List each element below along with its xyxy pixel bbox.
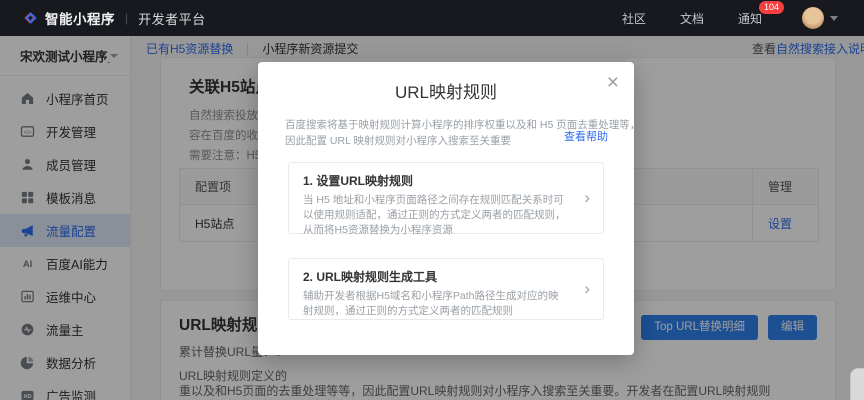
nav-notifications-label: 通知 xyxy=(738,12,762,26)
portal-title: 开发者平台 xyxy=(138,9,206,28)
brand-title: 智能小程序 xyxy=(45,8,115,28)
chevron-down-icon xyxy=(830,16,838,21)
option-body: 当 H5 地址和小程序页面路径之间存在规则匹配关系时可以使用规则适配，通过正则的… xyxy=(303,193,569,238)
help-link[interactable]: 查看帮助 xyxy=(564,128,608,144)
brand-logo-icon xyxy=(26,14,35,22)
close-icon[interactable]: × xyxy=(607,72,619,93)
user-menu[interactable] xyxy=(802,7,838,29)
option-title: 1. 设置URL映射规则 xyxy=(303,172,569,189)
app-window: 智能小程序 | 开发者平台 社区 文档 通知 104 宋欢测试小程序_... 小… xyxy=(0,0,864,400)
nav-community[interactable]: 社区 xyxy=(622,10,646,27)
option-title: 2. URL映射规则生成工具 xyxy=(303,268,569,285)
floating-widget[interactable] xyxy=(850,368,864,400)
option-set-mapping-rule[interactable]: 1. 设置URL映射规则 当 H5 地址和小程序页面路径之间存在规则匹配关系时可… xyxy=(288,162,604,234)
notification-badge: 104 xyxy=(759,1,784,14)
modal-title: URL映射规则 xyxy=(258,62,634,103)
avatar[interactable] xyxy=(802,7,824,29)
chevron-right-icon: › xyxy=(584,188,590,208)
nav-notifications[interactable]: 通知 104 xyxy=(738,10,762,27)
option-body: 辅助开发者根据H5域名和小程序Path路径生成对应的映射规则，通过正则的方式定义… xyxy=(303,289,569,319)
nav-docs[interactable]: 文档 xyxy=(680,10,704,27)
option-rule-generator[interactable]: 2. URL映射规则生成工具 辅助开发者根据H5域名和小程序Path路径生成对应… xyxy=(288,258,604,320)
top-bar: 智能小程序 | 开发者平台 社区 文档 通知 104 xyxy=(0,0,864,36)
brand-divider: | xyxy=(125,11,128,25)
chevron-right-icon: › xyxy=(584,279,590,299)
top-nav: 社区 文档 通知 104 xyxy=(622,7,838,29)
url-mapping-modal: URL映射规则 × 百度搜索将基于映射规则计算小程序的排序权重以及和 H5 页面… xyxy=(258,62,634,355)
